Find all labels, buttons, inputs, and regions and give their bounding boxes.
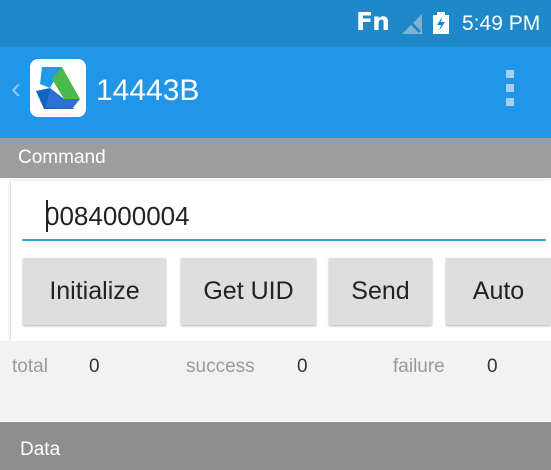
status-time: 5:49 PM — [462, 12, 541, 35]
success-label: success — [186, 356, 255, 377]
app-title: 14443B — [96, 74, 200, 107]
total-value: 0 — [89, 356, 100, 377]
data-section-header: Data — [0, 422, 551, 470]
success-value: 0 — [297, 356, 308, 377]
command-card: Initialize Get UID Send Auto — [11, 181, 551, 341]
command-input[interactable] — [22, 193, 546, 241]
data-header-label: Data — [20, 439, 61, 460]
status-bar: Fn 5:49 PM — [0, 0, 551, 47]
no-signal-icon — [402, 14, 422, 34]
app-logo-icon[interactable] — [30, 59, 86, 117]
total-label: total — [12, 356, 48, 377]
app-bar: ‹ 14443B — [0, 47, 551, 138]
fn-icon: Fn — [356, 7, 390, 36]
send-button[interactable]: Send — [329, 258, 432, 325]
stats-row: total 0 success 0 failure 0 — [0, 341, 551, 421]
command-section-header: Command — [0, 138, 551, 178]
chevron-left-icon[interactable]: ‹ — [11, 74, 21, 104]
auto-button[interactable]: Auto — [446, 258, 551, 325]
get-uid-button[interactable]: Get UID — [181, 258, 316, 325]
failure-value: 0 — [487, 356, 498, 377]
initialize-button[interactable]: Initialize — [23, 258, 166, 325]
battery-charging-icon — [433, 12, 449, 34]
overflow-menu-icon[interactable] — [502, 70, 520, 110]
text-cursor — [46, 200, 48, 232]
command-header-label: Command — [18, 147, 106, 168]
failure-label: failure — [393, 356, 445, 377]
